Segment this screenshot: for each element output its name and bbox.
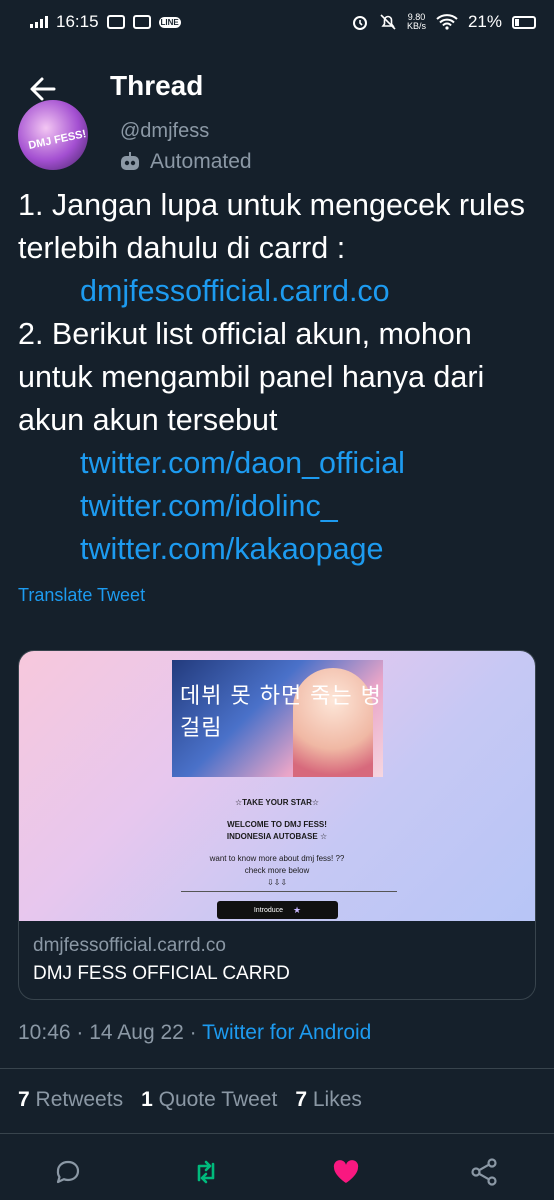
autobase-line: INDONESIA AUTOBASE ☆ — [226, 832, 328, 841]
status-time: 16:15 — [56, 12, 99, 31]
card-divider — [181, 891, 397, 892]
mute-icon — [380, 14, 396, 30]
like-heart-icon[interactable] — [330, 1156, 362, 1188]
battery-icon — [512, 15, 536, 29]
down-arrows: ⇩⇩⇩ — [266, 878, 288, 887]
likes-stat[interactable]: 7 Likes — [295, 1088, 362, 1112]
card-domain: dmjfessofficial.carrd.co — [33, 935, 226, 956]
card-image: 데뷔 못 하면 죽는 병 걸림 ☆TAKE YOUR STAR☆ WELCOME… — [19, 651, 535, 921]
welcome-line: WELCOME TO DMJ FESS! — [227, 820, 327, 829]
notification-icon — [132, 15, 151, 29]
tweet-actions — [0, 1150, 554, 1194]
avatar[interactable]: DMJ FESS! — [18, 100, 88, 170]
card-image-text: ☆TAKE YOUR STAR☆ WELCOME TO DMJ FESS! IN… — [19, 797, 535, 889]
separator: · — [70, 1021, 90, 1044]
likes-count: 7 — [295, 1088, 307, 1111]
quotes-count: 1 — [141, 1088, 153, 1111]
take-your-star: ☆TAKE YOUR STAR☆ — [234, 798, 320, 807]
kakaopage-link[interactable]: twitter.com/kakaopage — [18, 528, 538, 571]
top-app-bar: Thread — [0, 52, 554, 122]
divider — [0, 1068, 554, 1069]
tweet-date: 14 Aug 22 — [89, 1021, 184, 1044]
quotes-label: Quote Tweet — [158, 1088, 278, 1111]
line-app-icon: LINE — [158, 16, 181, 28]
automated-label: Automated — [118, 150, 252, 174]
daon-link[interactable]: twitter.com/daon_official — [18, 442, 538, 485]
translate-tweet-link[interactable]: Translate Tweet — [18, 585, 145, 606]
tweet-time: 10:46 — [18, 1021, 71, 1044]
separator: · — [183, 1021, 203, 1044]
avatar-text: DMJ FESS! — [27, 128, 88, 152]
tweet-body: 1. Jangan lupa untuk mengecek rules terl… — [18, 184, 538, 571]
retweets-count: 7 — [18, 1088, 30, 1111]
carrd-link[interactable]: dmjfessofficial.carrd.co — [18, 270, 538, 313]
tweet-meta: 10:46 · 14 Aug 22 · Twitter for Android — [18, 1021, 371, 1045]
signal-icon — [30, 16, 48, 28]
speed-unit: KB/s — [406, 21, 426, 31]
link-preview-card[interactable]: 데뷔 못 하면 죽는 병 걸림 ☆TAKE YOUR STAR☆ WELCOME… — [18, 650, 536, 1000]
tweet-line-2: 2. Berikut list official akun, mohon unt… — [18, 317, 485, 437]
gamepad-icon — [106, 15, 125, 29]
want-more-line: want to know more about dmj fess! ?? — [209, 854, 345, 863]
check-more-line: check more below — [244, 866, 310, 875]
retweets-label: Retweets — [35, 1088, 124, 1111]
share-icon[interactable] — [468, 1156, 500, 1188]
reply-icon[interactable] — [52, 1156, 84, 1188]
cover-art: 데뷔 못 하면 죽는 병 걸림 — [172, 660, 383, 777]
author-handle[interactable]: @dmjfess — [120, 120, 209, 144]
cover-title: 데뷔 못 하면 죽는 병 걸림 — [180, 684, 382, 741]
status-bar: 16:15 LINE 9.80 KB/s 21% — [0, 0, 554, 44]
wifi-icon — [436, 14, 458, 30]
tweet-source[interactable]: Twitter for Android — [202, 1021, 371, 1044]
introduce-label: Introduce — [253, 906, 284, 914]
retweet-icon[interactable] — [190, 1156, 222, 1188]
tweet-stats: 7 Retweets 1 Quote Tweet 7 Likes — [18, 1088, 362, 1112]
divider — [0, 1133, 554, 1134]
likes-label: Likes — [312, 1088, 362, 1111]
star-icon: ★ — [293, 904, 302, 915]
automated-text: Automated — [150, 150, 252, 173]
page-title: Thread — [110, 70, 204, 101]
robot-icon — [121, 152, 139, 170]
retweets-stat[interactable]: 7 Retweets — [18, 1088, 123, 1112]
introduce-button: Introduce ★ — [217, 901, 338, 919]
card-title: DMJ FESS OFFICIAL CARRD — [33, 963, 290, 984]
quotes-stat[interactable]: 1 Quote Tweet — [141, 1088, 277, 1112]
network-speed: 9.80 KB/s — [407, 13, 426, 31]
tweet-line-1: 1. Jangan lupa untuk mengecek rules terl… — [18, 188, 525, 265]
idolinc-link[interactable]: twitter.com/idolinc_ — [18, 485, 538, 528]
card-meta: dmjfessofficial.carrd.co DMJ FESS OFFICI… — [19, 921, 535, 985]
battery-percent: 21% — [467, 12, 502, 31]
alarm-icon — [352, 16, 367, 30]
